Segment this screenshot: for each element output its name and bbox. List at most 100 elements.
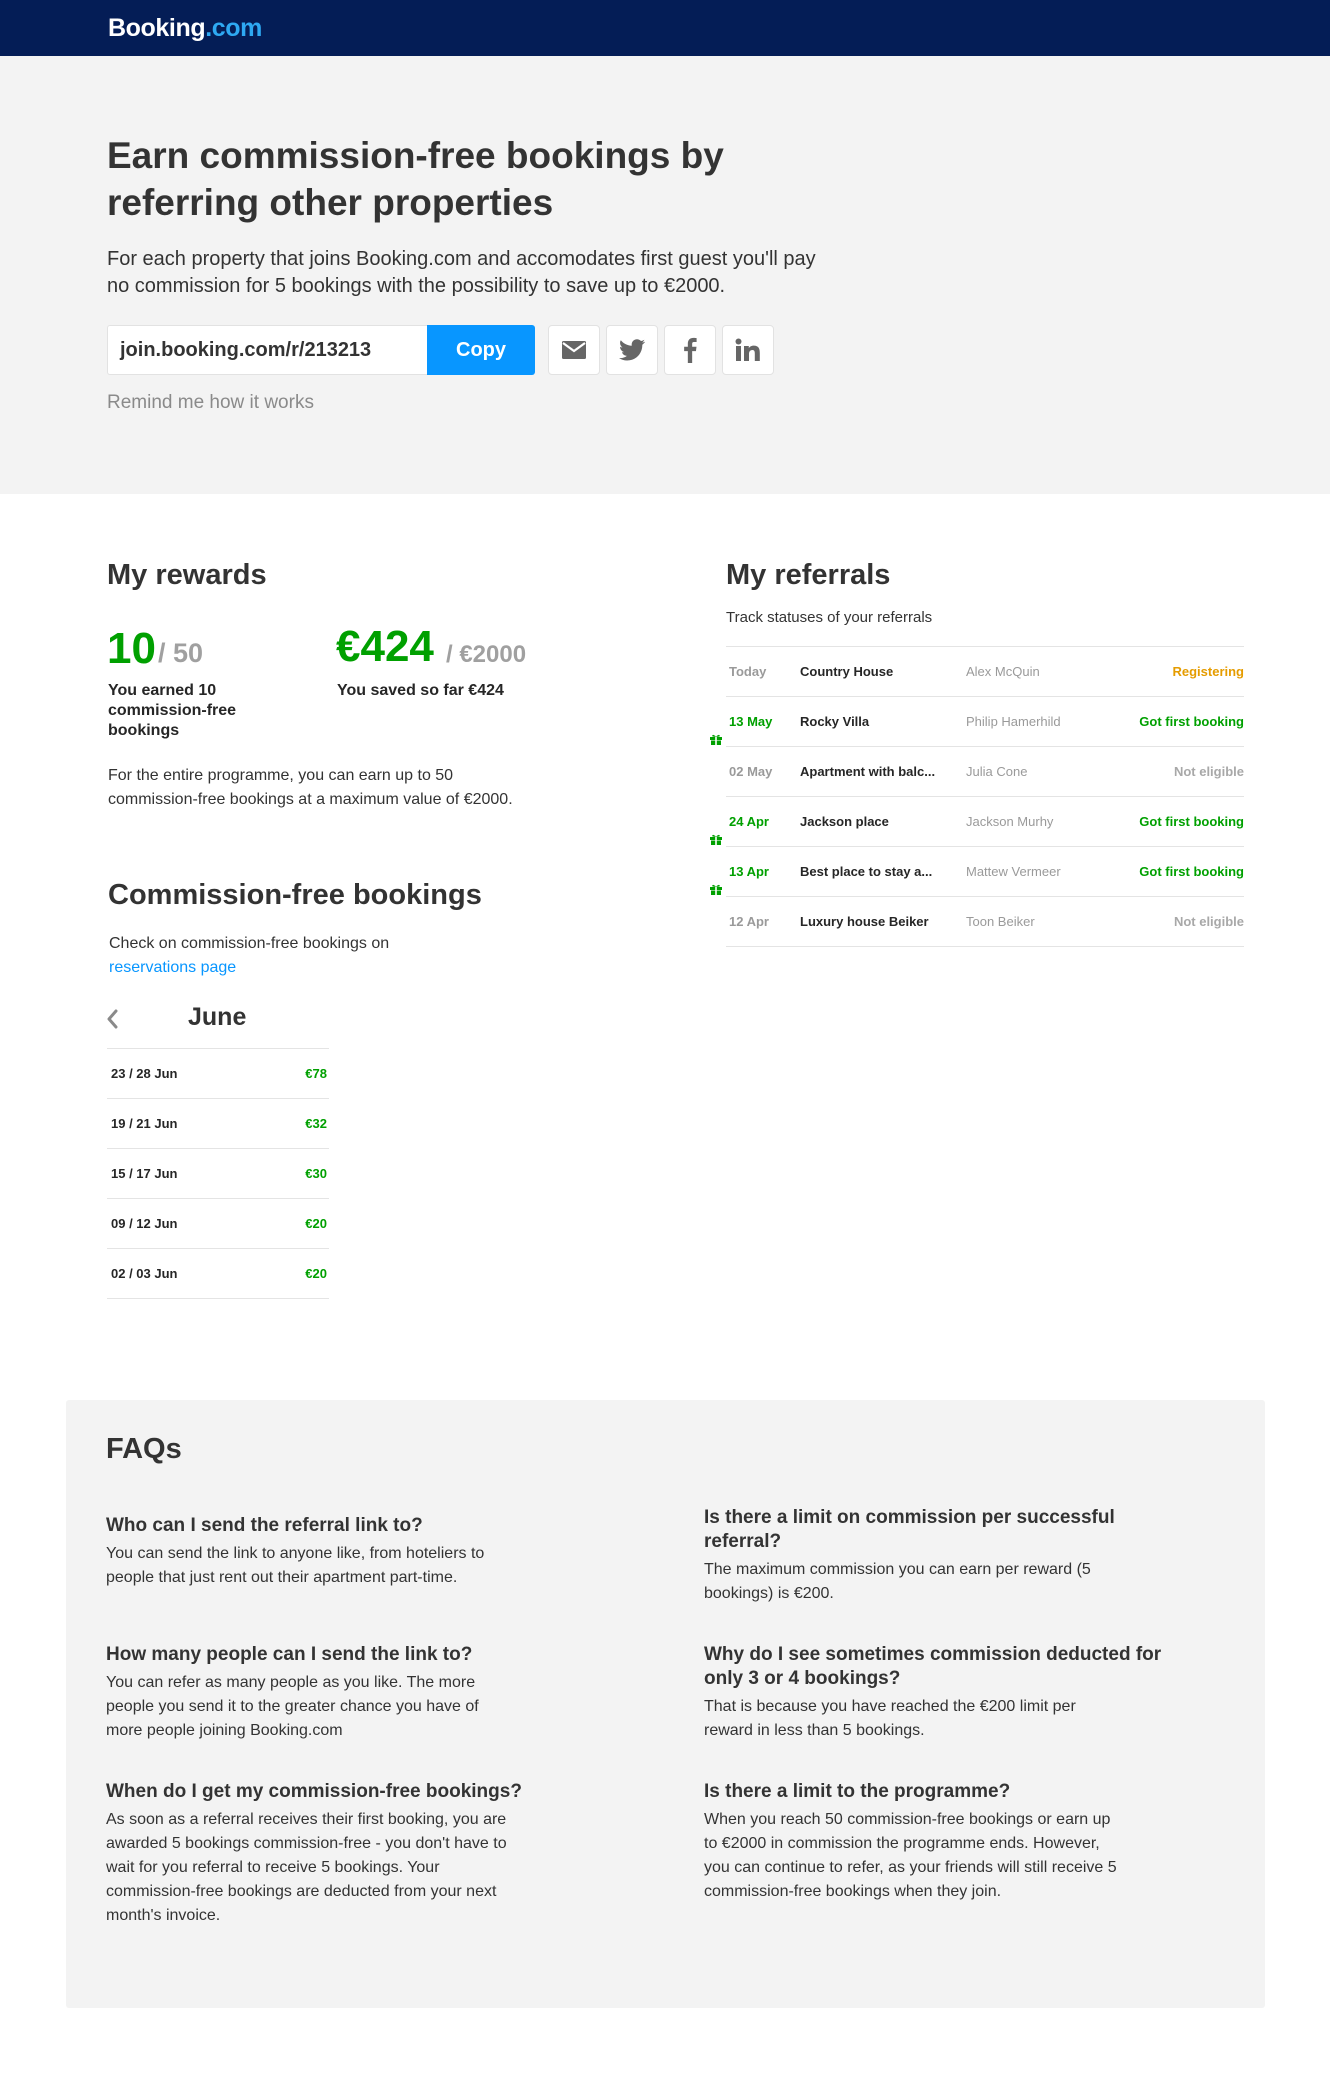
share-linkedin-button[interactable] <box>722 325 774 375</box>
faq-question: Is there a limit on commission per succe… <box>704 1507 1115 1552</box>
share-facebook-button[interactable] <box>664 325 716 375</box>
hero-description: For each property that joins Booking.com… <box>107 248 816 297</box>
faq-answer: When you reach 50 commission-free bookin… <box>704 1811 1117 1900</box>
faq-item: Who can I send the referral link to? You… <box>106 1514 566 1590</box>
faq-item: When do I get my commission-free booking… <box>106 1780 566 1928</box>
twitter-icon <box>619 339 645 361</box>
referral-contact: Mattew Vermeer <box>966 864 1061 879</box>
facebook-icon <box>684 337 697 363</box>
faq-item: Is there a limit to the programme? When … <box>704 1780 1164 1904</box>
referral-status: Not eligible <box>1173 914 1244 929</box>
faq-question: Why do I see sometimes commission deduct… <box>704 1644 1162 1689</box>
referral-status: Got first booking <box>1139 814 1244 829</box>
gift-icon <box>710 816 722 866</box>
referral-property: Luxury house Beiker <box>800 914 929 929</box>
commission-free-list: 23 / 28 Jun €78 19 / 21 Jun €32 15 / 17 Ju… <box>107 1048 329 1299</box>
commission-free-row: 09 / 12 Jun €20 <box>107 1199 329 1249</box>
referral-date: 24 Apr <box>729 814 769 829</box>
referrals-list: Today Country House Alex McQuin Registering… <box>710 646 1244 947</box>
gift-icon <box>710 866 722 916</box>
faq-question: Who can I send the referral link to? <box>106 1515 423 1536</box>
booking-dates: 23 / 28 Jun <box>111 1066 178 1081</box>
faq-answer: You can send the link to anyone like, fr… <box>106 1545 485 1586</box>
referral-date: 13 May <box>729 714 773 729</box>
faq-question: Is there a limit to the programme? <box>704 1781 1011 1802</box>
referral-link-field[interactable]: join.booking.com/r/213213 <box>107 325 427 375</box>
booking-dates: 15 / 17 Jun <box>111 1166 178 1181</box>
referral-property: Best place to stay a... <box>800 864 933 879</box>
hero-section: Earn commission-free bookings by referri… <box>0 56 1330 494</box>
commission-free-row: 15 / 17 Jun €30 <box>107 1149 329 1199</box>
faq-item: Why do I see sometimes commission deduct… <box>704 1643 1164 1743</box>
faq-section: FAQs Who can I send the referral link to… <box>66 1400 1265 2008</box>
saved-amount-value: €20 <box>305 1216 327 1231</box>
chevron-left-icon <box>107 1009 118 1029</box>
referral-row[interactable]: 02 May Apartment with balc... Julia Cone No… <box>726 747 1244 797</box>
saved-amount-value: €20 <box>305 1266 327 1281</box>
referral-row[interactable]: 13 May Rocky Villa Philip Hamerhild Got fir… <box>710 697 1244 747</box>
booking-dates: 19 / 21 Jun <box>111 1116 178 1131</box>
referral-date: 13 Apr <box>729 864 769 879</box>
referral-status: Got first booking <box>1139 864 1244 879</box>
copy-button[interactable]: Copy <box>427 325 535 375</box>
faq-answer: The maximum commission you can earn per … <box>704 1561 1091 1602</box>
share-twitter-button[interactable] <box>606 325 658 375</box>
share-email-button[interactable] <box>548 325 600 375</box>
top-header: Booking.com <box>0 0 1330 56</box>
faq-title: FAQs <box>106 1433 182 1465</box>
booking-dates: 09 / 12 Jun <box>111 1216 178 1231</box>
earned-bookings-count: 10 <box>107 624 156 673</box>
referral-row[interactable]: 13 Apr Best place to stay a... Mattew Verm… <box>710 847 1244 897</box>
referral-date: Today <box>729 664 767 679</box>
saved-max: / €2000 <box>446 641 527 668</box>
referral-contact: Julia Cone <box>966 764 1028 779</box>
my-rewards-title: My rewards <box>107 559 267 591</box>
rewards-note: For the entire programme, you can earn u… <box>108 767 513 808</box>
faq-item: Is there a limit on commission per succe… <box>704 1506 1164 1606</box>
referral-row[interactable]: Today Country House Alex McQuin Registering <box>726 647 1244 697</box>
referrals-subtitle: Track statuses of your referrals <box>726 609 933 626</box>
booking-dates: 02 / 03 Jun <box>111 1266 178 1281</box>
month-label: June <box>188 1003 247 1031</box>
referral-date: 12 Apr <box>729 914 769 929</box>
saved-amount-value: €32 <box>305 1116 327 1131</box>
earned-caption: You earned 10 commission-free bookings <box>108 682 237 739</box>
referral-row[interactable]: 24 Apr Jackson place Jackson Murhy Got firs… <box>710 797 1244 847</box>
remind-how-it-works-link[interactable]: Remind me how it works <box>107 392 314 414</box>
page-title: Earn commission-free bookings by referri… <box>107 135 724 223</box>
referral-property: Apartment with balc... <box>800 764 936 779</box>
logo-suffix: .com <box>205 14 262 42</box>
commission-free-row: 23 / 28 Jun €78 <box>107 1049 329 1099</box>
referral-property: Jackson place <box>800 814 889 829</box>
referral-row[interactable]: 12 Apr Luxury house Beiker Toon Beiker Not … <box>726 897 1244 947</box>
saved-amount: €424 <box>336 622 434 671</box>
faq-answer: That is because you have reached the €20… <box>704 1698 1076 1739</box>
referral-status: Not eligible <box>1173 764 1244 779</box>
faq-answer: You can refer as many people as you like… <box>106 1674 479 1739</box>
linkedin-icon <box>735 338 760 361</box>
intro-text: Check on commission-free bookings on <box>109 935 390 952</box>
commission-free-row: 19 / 21 Jun €32 <box>107 1099 329 1149</box>
gift-icon <box>710 716 722 766</box>
faq-question: When do I get my commission-free booking… <box>106 1781 522 1802</box>
referral-status: Registering <box>1172 664 1244 679</box>
referral-property: Rocky Villa <box>800 714 870 729</box>
commission-free-row: 02 / 03 Jun €20 <box>107 1249 329 1299</box>
my-referrals-title: My referrals <box>726 559 891 591</box>
referral-status: Got first booking <box>1139 714 1244 729</box>
referral-contact: Toon Beiker <box>966 914 1035 929</box>
commission-free-intro: Check on commission-free bookings on rese… <box>109 932 429 980</box>
commission-free-title: Commission-free bookings <box>108 879 482 911</box>
referral-contact: Philip Hamerhild <box>966 714 1061 729</box>
logo-main: Booking <box>108 14 206 42</box>
saved-caption: You saved so far €424 <box>337 682 504 699</box>
faq-question: How many people can I send the link to? <box>106 1644 473 1665</box>
mail-icon <box>562 341 586 359</box>
referral-contact: Alex McQuin <box>966 664 1040 679</box>
faq-answer: As soon as a referral receives their fir… <box>106 1811 507 1924</box>
reservations-page-link[interactable]: reservations page <box>109 959 236 976</box>
referral-contact: Jackson Murhy <box>966 814 1054 829</box>
booking-logo[interactable]: Booking.com <box>108 14 262 42</box>
referral-property: Country House <box>800 664 894 679</box>
previous-month-button[interactable] <box>106 1005 124 1033</box>
